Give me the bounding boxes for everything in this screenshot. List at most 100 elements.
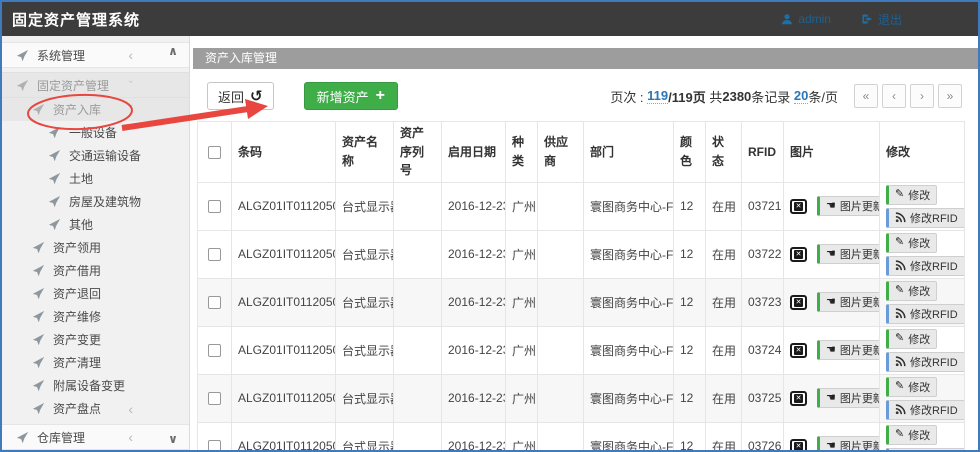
cell-barcode: ALGZ01IT0112050016 [232, 278, 336, 326]
cell-image: ✕ ☚ 图片更新 [784, 182, 880, 230]
add-asset-button[interactable]: 新增资产 + [304, 82, 398, 110]
section-title-bar: 资产入库管理 [193, 48, 978, 69]
sidebar-item[interactable]: 固定资产管理 ˇ [2, 72, 189, 98]
sidebar-item[interactable]: 资产领用 [2, 236, 189, 259]
rss-icon [895, 260, 906, 271]
logout-icon [861, 13, 873, 25]
edit-button[interactable]: ✎ 修改 [886, 233, 937, 253]
cell-name: 台式显示器 [336, 374, 394, 422]
pagination-info: 页次 : 119/119页 共2380条记录 20条/页 [610, 87, 838, 106]
cell-department: 寰图商务中心-F08 [584, 278, 674, 326]
sidebar-item[interactable]: 土地 [2, 167, 189, 190]
row-checkbox[interactable] [208, 296, 221, 309]
row-checkbox[interactable] [208, 248, 221, 261]
edit-button[interactable]: ✎ 修改 [886, 281, 937, 301]
sidebar-item[interactable]: 资产盘点 ‹ [2, 397, 189, 420]
pager-prev-button[interactable]: ‹ [882, 84, 906, 108]
row-checkbox[interactable] [208, 344, 221, 357]
chevron-icon: ‹ [128, 430, 133, 444]
sidebar-item[interactable]: 一般设备 [2, 121, 189, 144]
sidebar-item[interactable]: 系统管理 ‹ [2, 42, 189, 68]
per-page-link[interactable]: 20 [794, 88, 808, 104]
sidebar-item[interactable]: 其他 [2, 213, 189, 236]
cell-rfid: 03726 [742, 422, 784, 450]
image-update-button[interactable]: ☚ 图片更新 [817, 244, 880, 264]
edit-button[interactable]: ✎ 修改 [886, 425, 937, 445]
broken-image-icon: ✕ [790, 247, 807, 262]
sidebar-item[interactable]: 交通运输设备 [2, 144, 189, 167]
user-menu-link[interactable]: admin [781, 12, 831, 26]
sidebar-item-label: 资产领用 [53, 239, 101, 256]
sidebar-scroll-up-icon[interactable]: ∧ [165, 44, 181, 58]
row-checkbox[interactable] [208, 440, 221, 450]
image-update-button[interactable]: ☚ 图片更新 [817, 436, 880, 450]
rss-icon [895, 212, 906, 223]
edit-button[interactable]: ✎ 修改 [886, 185, 937, 205]
sidebar-item[interactable]: 资产借用 [2, 259, 189, 282]
row-checkbox[interactable] [208, 200, 221, 213]
cell-select [198, 422, 232, 450]
cell-date: 2016-12-23 [442, 326, 506, 374]
edit-rfid-button[interactable]: 修改RFID [886, 448, 965, 450]
sidebar-item[interactable]: 资产入库 ˇ [2, 98, 189, 121]
current-page-link[interactable]: 119 [647, 88, 668, 104]
edit-button[interactable]: ✎ 修改 [886, 377, 937, 397]
sidebar-item[interactable]: 资产维修 [2, 305, 189, 328]
sidebar-item[interactable]: 资产变更 [2, 328, 189, 351]
cell-edit: ✎ 修改 修改RFID [880, 182, 965, 230]
edit-rfid-label: 修改RFID [910, 258, 958, 274]
select-all-checkbox[interactable] [208, 146, 221, 159]
cell-status: 在用 [706, 182, 742, 230]
header-serial: 资产序列号 [394, 122, 442, 183]
sidebar-item[interactable]: 房屋及建筑物 [2, 190, 189, 213]
image-update-button[interactable]: ☚ 图片更新 [817, 292, 880, 312]
plane-icon [16, 79, 29, 92]
edit-rfid-button[interactable]: 修改RFID [886, 208, 965, 228]
row-checkbox[interactable] [208, 392, 221, 405]
sidebar-item[interactable]: 附属设备变更 [2, 374, 189, 397]
image-update-label: 图片更新 [840, 246, 880, 262]
edit-rfid-button[interactable]: 修改RFID [886, 352, 965, 372]
back-button[interactable]: 返回 ↺ [207, 82, 274, 110]
app-header: 固定资产管理系统 admin 退出 [2, 2, 978, 36]
sidebar-scroll-down-icon[interactable]: ∨ [165, 432, 181, 446]
plane-icon [32, 402, 45, 415]
toolbar: 返回 ↺ 新增资产 + 页次 : 119/119页 共2380条记录 20条/页… [193, 81, 978, 111]
edit-button[interactable]: ✎ 修改 [886, 329, 937, 349]
edit-rfid-label: 修改RFID [910, 402, 958, 418]
image-update-label: 图片更新 [840, 390, 880, 406]
cell-status: 在用 [706, 230, 742, 278]
cell-color: 12 [674, 422, 706, 450]
edit-rfid-button[interactable]: 修改RFID [886, 256, 965, 276]
sidebar-menu: 系统管理 ‹ 固定资产管理 ˇ 资产入库 ˇ 一般设备 交通运输设备 土地 [2, 42, 189, 450]
cell-barcode: ALGZ01IT0112050019 [232, 422, 336, 450]
edit-rfid-button[interactable]: 修改RFID [886, 304, 965, 324]
image-update-button[interactable]: ☚ 图片更新 [817, 388, 880, 408]
edit-icon: ✎ [895, 237, 904, 248]
table-header-row: 条码 资产名称 资产序列号 启用日期 种类 供应商 部门 颜色 状态 RFID … [198, 122, 965, 183]
header-category: 种类 [506, 122, 538, 183]
pager-next-button[interactable]: › [910, 84, 934, 108]
pager-first-button[interactable]: « [854, 84, 878, 108]
cell-name: 台式显示器 [336, 326, 394, 374]
cell-color: 12 [674, 374, 706, 422]
hand-icon: ☚ [826, 201, 836, 212]
cell-serial [394, 182, 442, 230]
hand-icon: ☚ [826, 297, 836, 308]
image-update-button[interactable]: ☚ 图片更新 [817, 340, 880, 360]
cell-serial [394, 230, 442, 278]
logout-link[interactable]: 退出 [861, 11, 902, 28]
sidebar-item[interactable]: 资产清理 [2, 351, 189, 374]
pager-last-button[interactable]: » [938, 84, 962, 108]
edit-rfid-button[interactable]: 修改RFID [886, 400, 965, 420]
cell-name: 台式显示器 [336, 230, 394, 278]
rss-icon [895, 308, 906, 319]
image-update-button[interactable]: ☚ 图片更新 [817, 196, 880, 216]
cell-category: 广州 [506, 182, 538, 230]
sidebar-item[interactable]: 资产退回 [2, 282, 189, 305]
edit-icon: ✎ [895, 381, 904, 392]
plane-icon [48, 195, 61, 208]
pager-last-icon: » [947, 89, 954, 103]
user-name: admin [798, 12, 831, 26]
sidebar-item[interactable]: 仓库管理 ‹ [2, 424, 189, 450]
